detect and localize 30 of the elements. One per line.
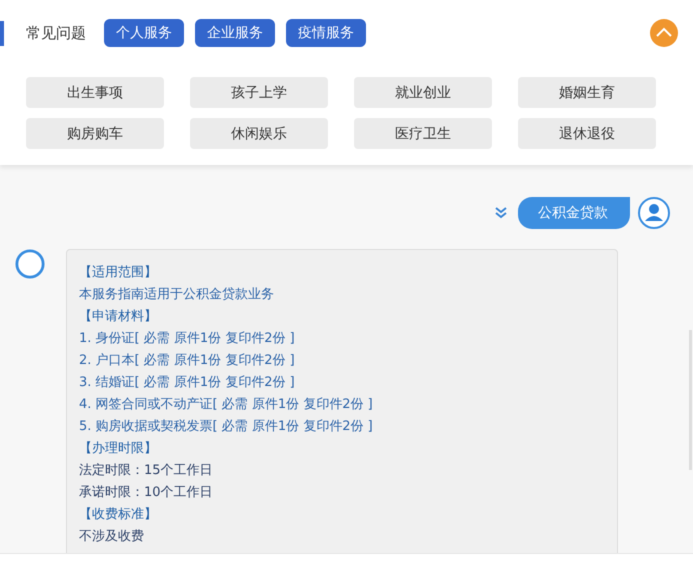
- user-avatar-icon: [638, 197, 670, 229]
- section-heading: 【适用范围】: [79, 264, 158, 282]
- section-heading: 【申请材料】: [79, 308, 158, 326]
- answer-line: 5. 购房收据或契税发票[ 必需 原件1份 复印件2份 ]: [79, 418, 374, 436]
- section-heading: 【收费标准】: [79, 506, 158, 524]
- answer-line: 4. 网签合同或不动产证[ 必需 原件1份 复印件2份 ]: [79, 396, 374, 414]
- answer-line: 本服务指南适用于公积金贷款业务: [79, 286, 275, 304]
- double-chevron-icon[interactable]: [494, 206, 508, 220]
- topic-button[interactable]: 医疗卫生: [354, 118, 492, 149]
- scroll-up-icon[interactable]: [649, 18, 679, 48]
- topic-button[interactable]: 就业创业: [354, 77, 492, 108]
- topic-button[interactable]: 婚姻生育: [518, 77, 656, 108]
- section-heading: 【办理时限】: [79, 440, 158, 458]
- category-tab[interactable]: 企业服务: [195, 19, 275, 47]
- answer-line: 3. 结婚证[ 必需 原件1份 复印件2份 ]: [79, 374, 296, 392]
- answer-line: 1. 身份证[ 必需 原件1份 复印件2份 ]: [79, 330, 296, 348]
- category-tab[interactable]: 疫情服务: [286, 19, 366, 47]
- answer-line: 承诺时限：10个工作日: [79, 484, 214, 502]
- topic-button[interactable]: 休闲娱乐: [190, 118, 328, 149]
- answer-line: 不涉及收费: [79, 528, 145, 546]
- user-message: 公积金贷款: [518, 197, 630, 229]
- topic-button[interactable]: 购房购车: [26, 118, 164, 149]
- bot-avatar-icon: [15, 249, 45, 279]
- answer-line: 法定时限：15个工作日: [79, 462, 214, 480]
- topic-button[interactable]: 退休退役: [518, 118, 656, 149]
- category-tab[interactable]: 个人服务: [104, 19, 184, 47]
- answer-line: 2. 户口本[ 必需 原件1份 复印件2份 ]: [79, 352, 296, 370]
- topic-button[interactable]: 出生事项: [26, 77, 164, 108]
- section-title: 常见问题: [26, 24, 86, 42]
- topic-button[interactable]: 孩子上学: [190, 77, 328, 108]
